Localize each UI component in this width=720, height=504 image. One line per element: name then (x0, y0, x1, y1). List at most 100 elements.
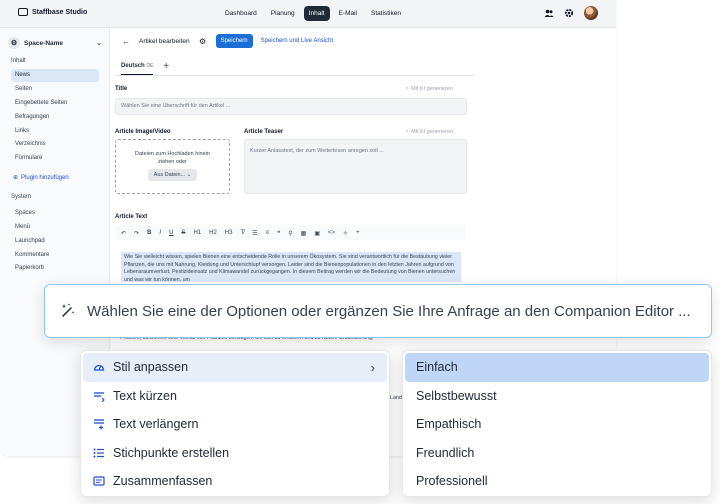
avatar[interactable] (584, 6, 598, 20)
gear-icon[interactable] (564, 8, 574, 18)
menu-item-label: Stil anpassen (113, 360, 189, 375)
underline-icon[interactable]: U (169, 230, 173, 236)
main-nav: Dashboard Planung Inhalt E-Mail Statisti… (220, 6, 406, 21)
add-plugin-button[interactable]: ⊕ Plugin hinzufügen (13, 174, 69, 182)
menu-item-zusammenfassen[interactable]: Zusammenfassen (83, 467, 387, 496)
menu-item-stichpunkte[interactable]: Stichpunkte erstellen (83, 439, 387, 468)
companion-prompt-input[interactable]: Wählen Sie eine der Optionen oder ergänz… (44, 284, 712, 338)
back-arrow-icon[interactable]: ← (121, 36, 131, 46)
sidebar-item-papierkorb[interactable]: Papierkorb (11, 262, 99, 275)
ai-icon[interactable]: ✧ (343, 230, 348, 237)
upload-text-1: Dateien zum Hochladen hinein (135, 151, 210, 157)
menu-item-label: Zusammenfassen (113, 474, 213, 489)
ai-generate-label: Mit KI generieren (411, 129, 454, 135)
heading1-button[interactable]: H1 (193, 230, 201, 236)
ai-generate-label: Mit KI generieren (411, 86, 454, 92)
sidebar-item-seiten[interactable]: Seiten (11, 83, 99, 96)
style-option-selbstbewusst[interactable]: Selbstbewusst (405, 382, 709, 411)
upload-dropzone[interactable]: Dateien zum Hochladen hinein ziehen oder… (115, 139, 230, 194)
style-submenu: Einfach Selbstbewusst Empathisch Freundl… (402, 350, 712, 497)
editor-toolbar: ↶ ↷ B I U S H1 H2 H3 T̸ ☰ ≡ ❝ ⚲ ▦ ▣ <> ✧… (115, 226, 465, 240)
sidebar-item-launchpad[interactable]: Launchpad (11, 235, 99, 248)
add-plugin-label: Plugin hinzufügen (21, 174, 69, 181)
sidebar-item-news[interactable]: News (11, 69, 99, 82)
strikethrough-icon[interactable]: S (181, 230, 185, 236)
undo-icon[interactable]: ↶ (121, 230, 126, 237)
selected-article-text[interactable]: Wie Sie vielleicht wissen, spielen Biene… (121, 252, 461, 282)
save-button[interactable]: Speichern (215, 34, 253, 48)
monitor-icon (18, 8, 28, 16)
title-input[interactable]: Wählen Sie eine Überschrift für den Arti… (115, 98, 467, 115)
plus-icon[interactable]: + (356, 230, 360, 236)
chevron-right-icon: › (370, 359, 375, 375)
bullet-list-icon[interactable]: ☰ (252, 230, 257, 237)
space-switcher[interactable]: ⚙ Space-Name ⌄ (8, 36, 102, 50)
language-tabs: Deutsch DE + (115, 58, 475, 76)
table-icon[interactable]: ▦ (301, 230, 307, 237)
nav-email[interactable]: E-Mail (334, 6, 362, 21)
magic-wand-icon (61, 303, 75, 317)
space-name: Space-Name (24, 39, 64, 47)
style-option-freundlich[interactable]: Freundlich (405, 439, 709, 468)
sidebar-item-verzeichnis[interactable]: Verzeichnis (11, 138, 99, 151)
add-language-icon[interactable]: + (163, 61, 169, 75)
section-title-system: System (11, 194, 32, 200)
redo-icon[interactable]: ↷ (134, 230, 139, 237)
settings-icon[interactable]: ⚙ (198, 36, 208, 46)
brand-name: Staffbase Studio (32, 8, 88, 16)
style-icon (93, 361, 105, 373)
nav-planung[interactable]: Planung (266, 6, 300, 21)
summary-icon (93, 475, 105, 487)
style-option-einfach[interactable]: Einfach (405, 353, 709, 382)
brand[interactable]: Staffbase Studio (18, 8, 87, 16)
nav-actions (544, 6, 598, 20)
sidebar-item-spaces[interactable]: Spaces (11, 207, 99, 220)
sidebar-item-menu[interactable]: Menü (11, 221, 99, 234)
sidebar-item-kommentare[interactable]: Kommentare (11, 249, 99, 262)
ai-generate-title[interactable]: ✧ Mit KI generieren (405, 86, 453, 92)
menu-item-label: Stichpunkte erstellen (113, 445, 230, 460)
shorten-icon (93, 390, 105, 402)
sidebar-item-eingebettete-seiten[interactable]: Eingebettete Seiten (11, 97, 99, 110)
sidebar-item-formulare[interactable]: Formulare (11, 152, 99, 165)
save-live-button[interactable]: Speichern und Live Ansicht (261, 38, 333, 44)
ai-generate-teaser[interactable]: ✧ Mit KI generieren (405, 129, 453, 135)
nav-statistiken[interactable]: Statistiken (366, 6, 406, 21)
link-icon[interactable]: ⚲ (288, 230, 292, 237)
media-icon[interactable]: ▣ (314, 230, 320, 237)
choose-file-label: Aus Datein... (153, 172, 186, 178)
tab-deutsch[interactable]: Deutsch DE (121, 63, 154, 75)
nav-dashboard[interactable]: Dashboard (220, 6, 262, 21)
section-title-content: Inhalt (11, 58, 26, 64)
users-icon[interactable] (544, 8, 554, 18)
screen: Staffbase Studio Dashboard Planung Inhal… (0, 0, 720, 504)
numbered-list-icon[interactable]: ≡ (266, 230, 270, 236)
italic-icon[interactable]: I (159, 230, 161, 236)
menu-item-text-verlaengern[interactable]: Text verlängern (83, 410, 387, 439)
menu-item-text-kuerzen[interactable]: Text kürzen (83, 382, 387, 411)
quote-icon[interactable]: ❝ (277, 230, 280, 237)
heading3-button[interactable]: H3 (225, 230, 233, 236)
heading2-button[interactable]: H2 (209, 230, 217, 236)
clear-format-icon[interactable]: T̸ (240, 230, 244, 236)
text-label: Article Text (115, 214, 148, 220)
sidebar-item-links[interactable]: Links (11, 125, 99, 138)
chevron-down-icon: ⌄ (96, 40, 102, 47)
style-option-empathisch[interactable]: Empathisch (405, 410, 709, 439)
sidebar-item-befragungen[interactable]: Befragungen (11, 111, 99, 124)
menu-item-label: Text verlängern (113, 417, 199, 432)
plus-circle-icon: ⊕ (13, 175, 19, 181)
lengthen-icon (93, 418, 105, 430)
prompt-placeholder: Wählen Sie eine der Optionen oder ergänz… (87, 302, 691, 320)
bullets-icon (93, 447, 105, 459)
teaser-input[interactable]: Kurzer Anlasstext, der zum Weiterlesen a… (244, 139, 467, 194)
menu-item-stil-anpassen[interactable]: Stil anpassen › (83, 353, 387, 382)
teaser-label: Article Teaser (244, 129, 284, 135)
bold-icon[interactable]: B (147, 230, 151, 236)
nav-inhalt[interactable]: Inhalt (303, 6, 330, 21)
gear-icon: ⚙ (8, 37, 20, 49)
choose-file-button[interactable]: Aus Datein... ⌄ (147, 169, 198, 181)
style-option-professionell[interactable]: Professionell (405, 467, 709, 496)
code-icon[interactable]: <> (328, 230, 335, 236)
page-title: Artikel bearbeiten (139, 37, 190, 45)
